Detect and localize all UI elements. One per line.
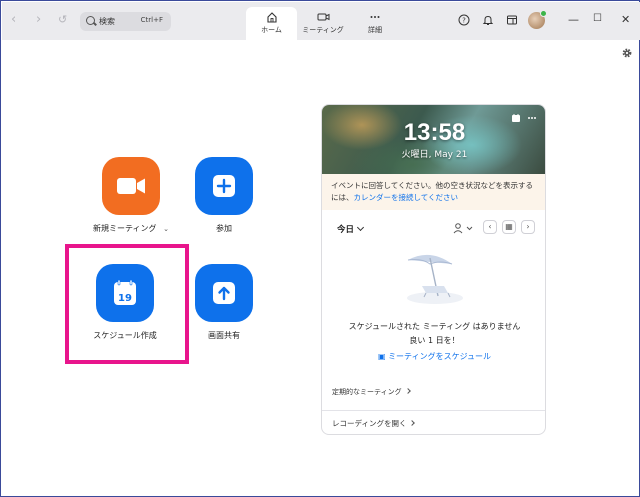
schedule-meeting-label: ミーティングをスケジュール — [388, 352, 492, 361]
whiteboard-icon[interactable] — [506, 14, 518, 26]
more-icon — [370, 16, 380, 18]
tab-more-label: 詳細 — [368, 26, 382, 34]
recurring-meetings-link[interactable]: 定期的なミーティング — [332, 387, 411, 397]
forward-arrow-icon[interactable]: › — [36, 12, 41, 27]
chevron-right-icon — [409, 420, 416, 426]
tab-more[interactable]: 詳細 — [352, 7, 398, 41]
tab-meetings[interactable]: ミーティング — [300, 7, 346, 41]
join-label: 参加 — [216, 224, 232, 233]
home-icon — [266, 12, 277, 23]
tab-home[interactable]: ホーム — [246, 7, 297, 41]
chevron-down-icon — [356, 223, 365, 232]
new-meeting-label: 新規ミーティング — [93, 224, 157, 233]
calendar-panel: 13:58 火曜日, May 21 イベントに回答してください。他の空き状況など… — [321, 104, 546, 435]
video-icon — [317, 13, 329, 21]
join-tile[interactable] — [195, 157, 253, 215]
calendar-link-icon: ▣ — [377, 352, 386, 361]
no-meetings-text: スケジュールされた ミーティング はありません — [348, 322, 521, 331]
close-button[interactable]: ✕ — [621, 13, 630, 26]
notification-bell-icon[interactable] — [482, 14, 494, 26]
today-dropdown[interactable]: 今日 — [337, 223, 365, 235]
search-box[interactable]: 検索 Ctrl+F — [80, 12, 171, 31]
open-recordings-link[interactable]: レコーディングを開く — [332, 418, 416, 429]
open-recordings-label: レコーディングを開く — [332, 419, 407, 428]
clock-time: 13:58 — [403, 119, 466, 146]
share-screen-tile[interactable] — [195, 264, 253, 322]
chevron-right-icon — [404, 388, 411, 394]
recurring-meetings-label: 定期的なミーティング — [332, 388, 402, 396]
title-bar: ‹ › ↺ 検索 Ctrl+F ホーム ミーティング 詳細 ? — ☐ ✕ — [2, 2, 640, 41]
search-placeholder: 検索 — [99, 17, 115, 26]
calendar-notice: イベントに回答してください。他の空き状況などを表示するには、カレンダーを接続して… — [322, 174, 545, 210]
search-icon — [86, 16, 95, 25]
calendar-picker-button[interactable]: ▦ — [502, 220, 516, 234]
schedule-meeting-link[interactable]: ▣ ミーティングをスケジュール — [322, 351, 545, 362]
online-status-dot — [540, 10, 547, 17]
tab-meetings-label: ミーティング — [302, 26, 344, 34]
divider — [322, 410, 545, 411]
connect-calendar-link[interactable]: カレンダーを接続してください — [354, 193, 459, 202]
help-icon[interactable]: ? — [458, 14, 470, 26]
have-a-good-day-text: 良い 1 日を！ — [409, 336, 460, 345]
share-screen-label: 画面共有 — [208, 331, 240, 340]
join-button[interactable]: 参加 — [186, 157, 262, 234]
plus-icon — [213, 175, 235, 197]
back-arrow-icon[interactable]: ‹ — [11, 12, 16, 27]
history-icon[interactable]: ↺ — [58, 13, 67, 26]
svg-text:?: ? — [462, 17, 466, 25]
today-label: 今日 — [337, 225, 355, 235]
maximize-button[interactable]: ☐ — [593, 13, 602, 24]
video-camera-icon — [117, 178, 145, 194]
highlight-box — [65, 244, 189, 364]
new-meeting-button[interactable]: 新規ミーティング ⌄ — [91, 157, 171, 234]
previous-day-button[interactable]: ‹ — [483, 220, 497, 234]
clock-banner: 13:58 火曜日, May 21 — [322, 105, 545, 174]
beach-umbrella-illustration — [407, 254, 463, 304]
clock-date: 火曜日, May 21 — [401, 150, 468, 160]
app-window: ‹ › ↺ 検索 Ctrl+F ホーム ミーティング 詳細 ? — ☐ ✕ 新規… — [0, 0, 640, 497]
next-day-button[interactable]: › — [521, 220, 535, 234]
settings-gear-icon[interactable] — [621, 47, 633, 59]
tab-home-label: ホーム — [261, 26, 282, 34]
upload-arrow-icon — [213, 282, 235, 304]
avatar[interactable] — [528, 10, 547, 29]
people-filter-icon[interactable] — [452, 221, 474, 236]
today-row: 今日 ‹ ▦ › — [322, 218, 545, 238]
search-shortcut: Ctrl+F — [140, 16, 163, 24]
share-screen-button[interactable]: 画面共有 — [186, 264, 262, 341]
chevron-down-icon[interactable]: ⌄ — [163, 225, 169, 233]
minimize-button[interactable]: — — [568, 13, 579, 26]
new-meeting-tile[interactable] — [102, 157, 160, 215]
